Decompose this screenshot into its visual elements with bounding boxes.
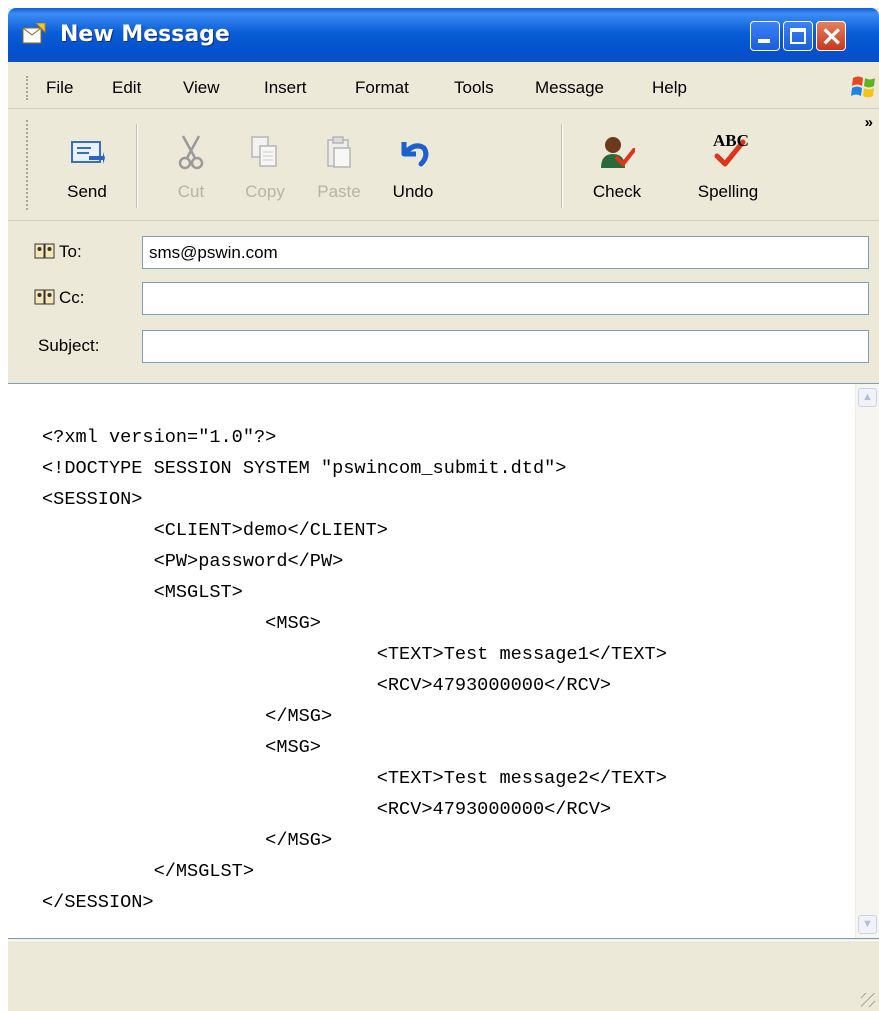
body-line: <RCV>4793000000</RCV> (42, 675, 612, 696)
subject-field[interactable] (142, 330, 869, 363)
toolbar: Send Cut Copy Paste Undo Check ABC Spell… (8, 110, 879, 221)
menu-bar: File Edit View Insert Format Tools Messa… (8, 66, 879, 109)
new-message-window: New Message × File Edit View Insert Form… (8, 8, 879, 1011)
maximize-button[interactable] (783, 21, 813, 51)
send-button[interactable]: Send (50, 118, 124, 210)
body-line: <TEXT>Test message1</TEXT> (42, 644, 667, 665)
window-title: New Message (60, 22, 230, 47)
windows-logo-icon (851, 76, 875, 98)
body-line: <TEXT>Test message2</TEXT> (42, 768, 667, 789)
paste-label: Paste (317, 182, 361, 201)
menu-edit[interactable]: Edit (112, 78, 141, 98)
copy-icon (251, 136, 277, 167)
paste-button[interactable]: Paste (302, 118, 376, 210)
to-row: To: sms@pswin.com (8, 232, 879, 272)
spelling-button[interactable]: ABC Spelling (683, 118, 773, 210)
body-line: </SESSION> (42, 892, 154, 913)
undo-label: Undo (392, 182, 434, 201)
send-label: Send (67, 182, 107, 201)
body-line: <?xml version="1.0"?> (42, 427, 277, 448)
scroll-up-button[interactable]: ▲ (858, 388, 877, 407)
body-line: </MSGLST> (42, 861, 255, 882)
new-message-icon (22, 23, 46, 44)
address-book-icon (34, 289, 55, 305)
vertical-scrollbar[interactable]: ▲ ▼ (855, 384, 879, 938)
body-line: <MSG> (42, 737, 321, 758)
menu-file[interactable]: File (46, 78, 73, 98)
cut-button[interactable]: Cut (154, 118, 228, 210)
cut-label: Cut (177, 182, 205, 201)
copy-label: Copy (245, 182, 285, 201)
cut-icon (178, 135, 204, 170)
toolbar-chevron-icon[interactable]: » (865, 114, 873, 131)
menu-tools[interactable]: Tools (454, 78, 494, 98)
body-line: <CLIENT>demo</CLIENT> (42, 520, 388, 541)
close-icon: × (820, 19, 844, 52)
chevron-up-icon: ▲ (862, 391, 873, 403)
spelling-icon-text: ABC (713, 131, 749, 150)
body-line: </MSG> (42, 706, 333, 727)
minimize-button[interactable] (750, 21, 780, 51)
body-line: </MSG> (42, 830, 333, 851)
menu-grip[interactable] (26, 76, 32, 100)
body-line: <PW>password</PW> (42, 551, 344, 572)
chevron-down-icon: ▼ (862, 918, 873, 930)
cc-field[interactable] (142, 282, 869, 315)
check-names-button[interactable]: Check (580, 118, 654, 210)
paste-icon (327, 136, 351, 168)
to-label[interactable]: To: (34, 242, 82, 262)
toolbar-separator (561, 124, 563, 208)
menu-view[interactable]: View (183, 78, 220, 98)
resize-grip-icon[interactable] (861, 993, 875, 1007)
body-line: <RCV>4793000000</RCV> (42, 799, 612, 820)
cc-label[interactable]: Cc: (34, 288, 85, 308)
menu-insert[interactable]: Insert (264, 78, 307, 98)
spelling-label: Spelling (697, 182, 759, 201)
message-body[interactable]: <?xml version="1.0"?> <!DOCTYPE SESSION … (8, 383, 879, 939)
menu-help[interactable]: Help (652, 78, 687, 98)
title-bar[interactable]: New Message × (8, 8, 879, 62)
cc-label-text: Cc: (59, 288, 85, 307)
body-line: <MSGLST> (42, 582, 243, 603)
send-icon (71, 141, 105, 164)
minimize-icon (758, 39, 770, 43)
undo-button[interactable]: Undo (376, 118, 450, 210)
to-field[interactable]: sms@pswin.com (142, 236, 869, 269)
toolbar-separator (136, 124, 138, 208)
scroll-down-button[interactable]: ▼ (858, 915, 877, 934)
check-label: Check (592, 182, 642, 201)
cc-row: Cc: (8, 278, 879, 318)
maximize-icon (790, 28, 806, 44)
address-book-icon (34, 243, 55, 259)
subject-row: Subject: (8, 326, 879, 366)
check-names-icon (601, 137, 635, 168)
body-line: <!DOCTYPE SESSION SYSTEM "pswincom_submi… (42, 458, 567, 479)
menu-message[interactable]: Message (535, 78, 604, 98)
undo-icon (401, 142, 429, 167)
body-line: <MSG> (42, 613, 321, 634)
toolbar-grip[interactable] (26, 120, 32, 210)
subject-label: Subject: (38, 336, 100, 355)
menu-format[interactable]: Format (355, 78, 409, 98)
status-bar (8, 940, 879, 1011)
message-body-text[interactable]: <?xml version="1.0"?> <!DOCTYPE SESSION … (42, 422, 667, 918)
body-line: <SESSION> (42, 489, 143, 510)
copy-button[interactable]: Copy (228, 118, 302, 210)
close-button[interactable]: × (816, 19, 846, 52)
to-label-text: To: (59, 242, 82, 261)
